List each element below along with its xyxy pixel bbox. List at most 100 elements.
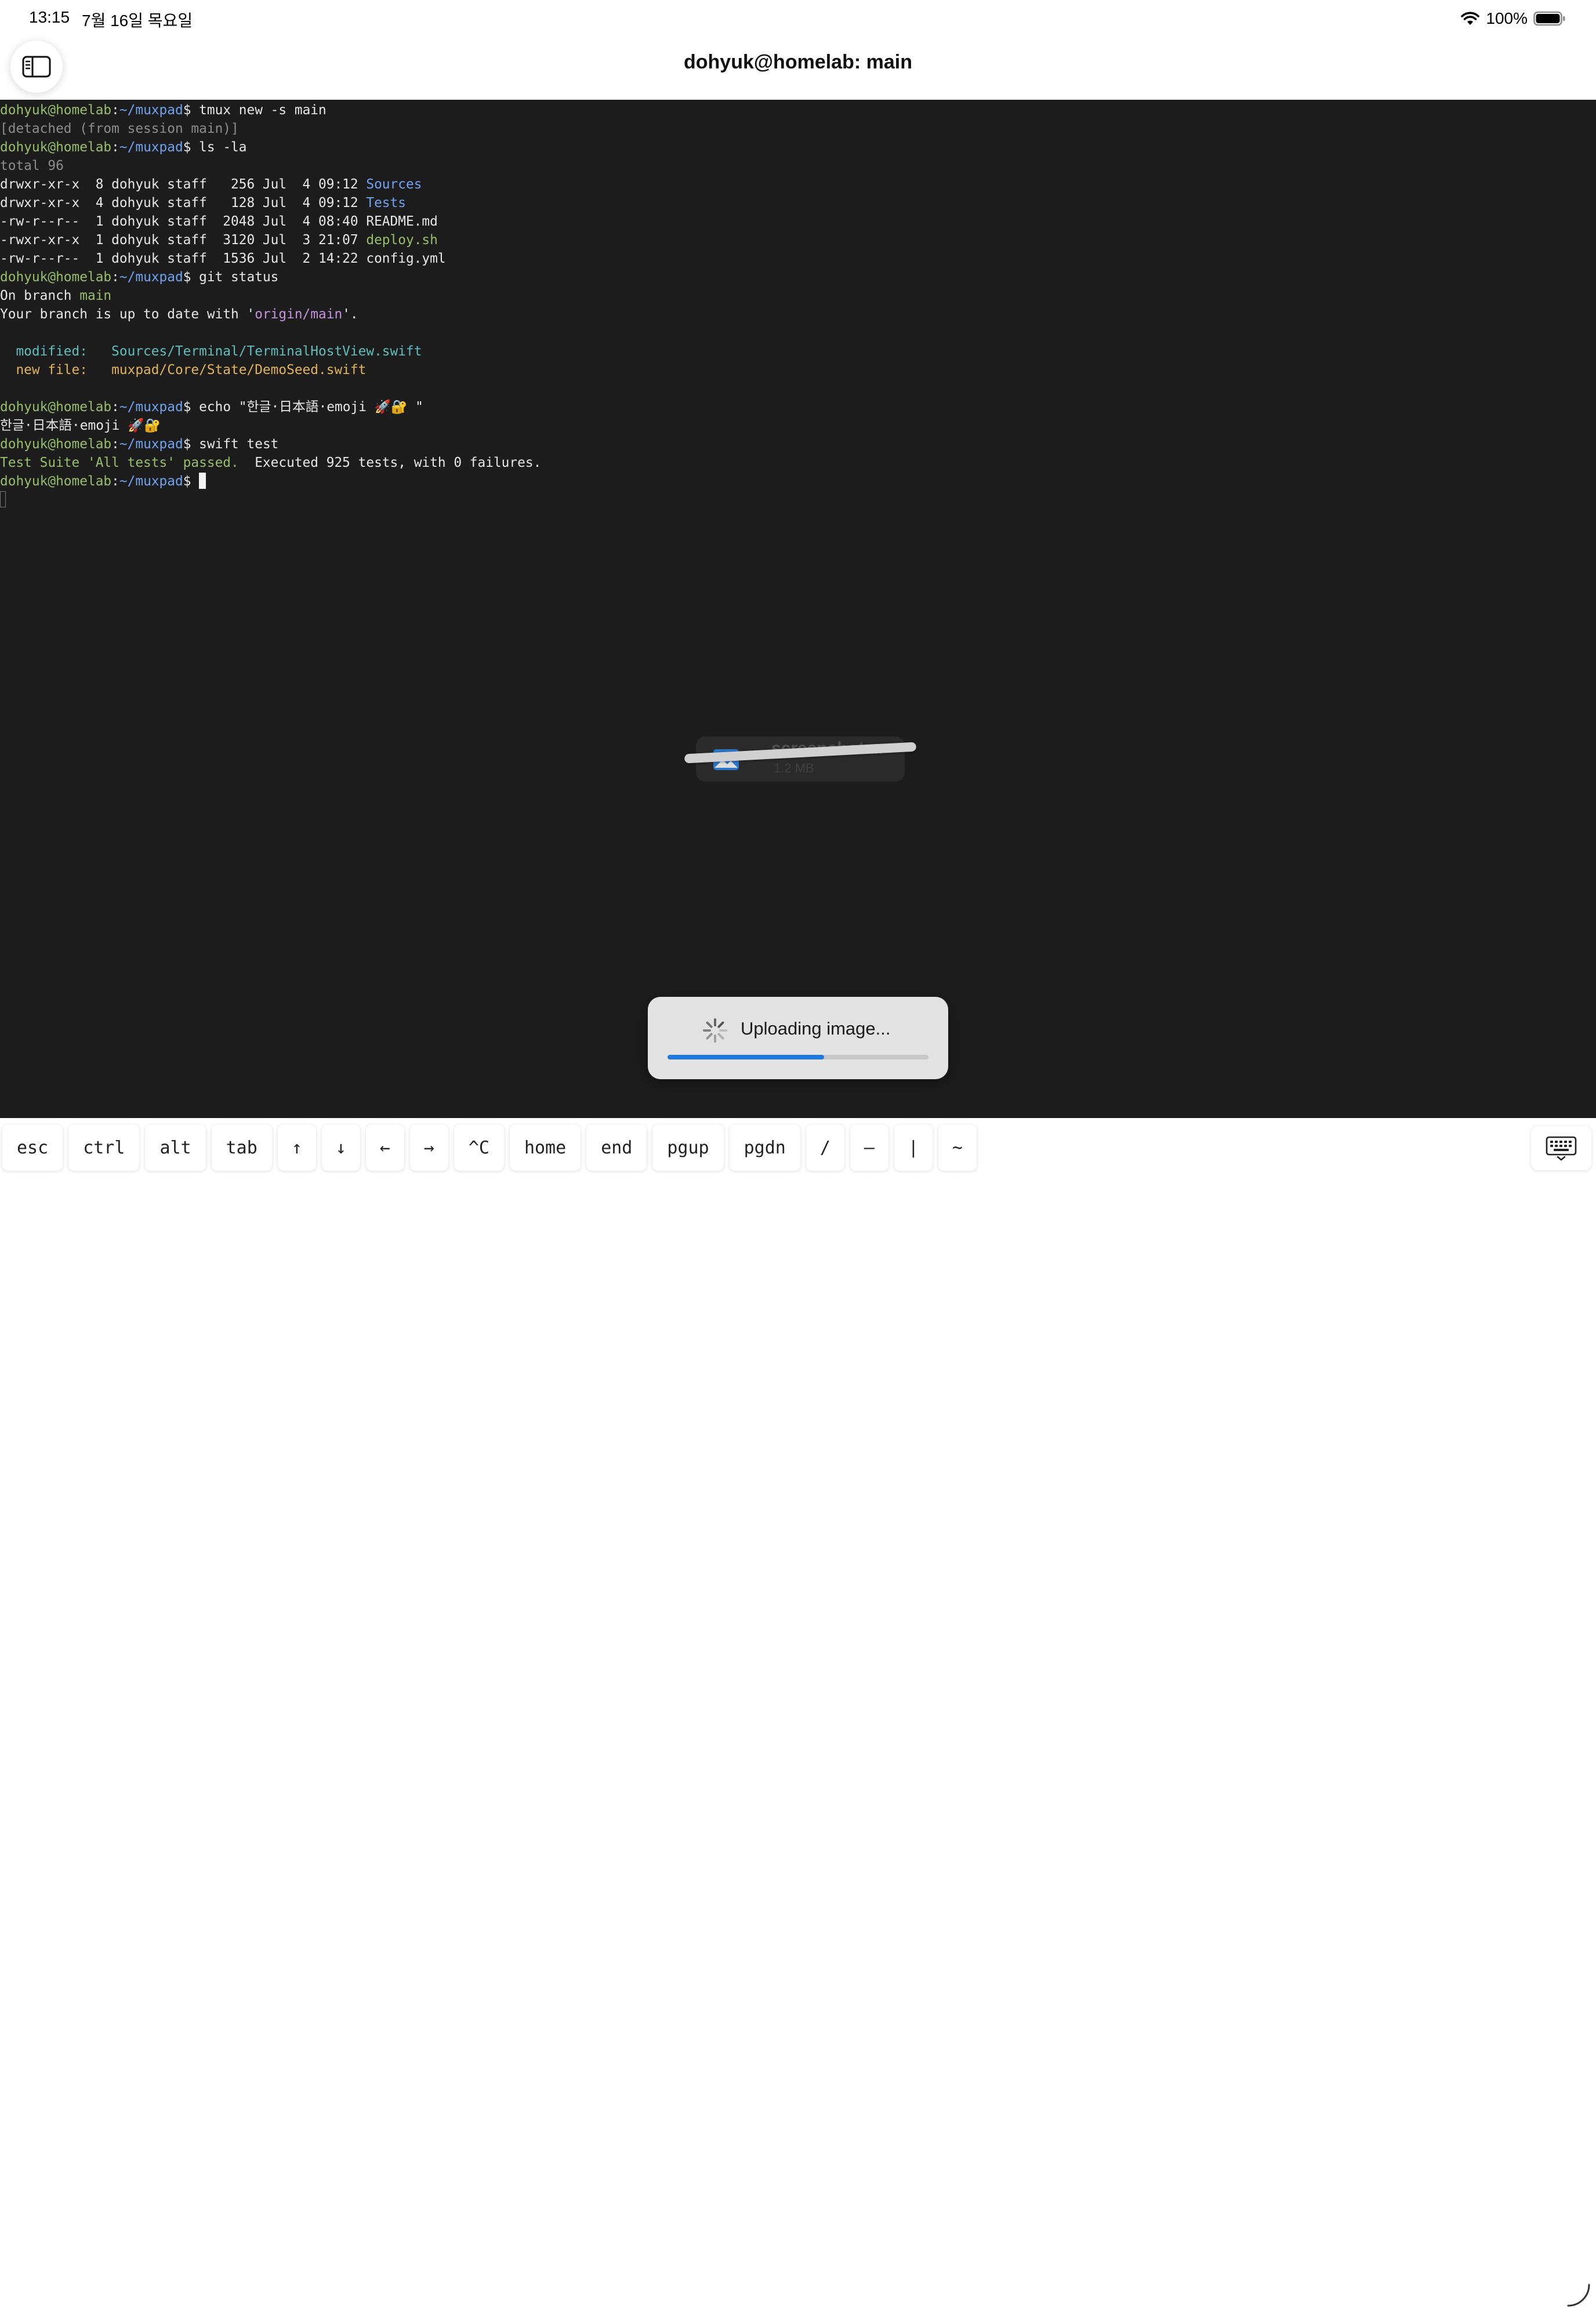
terminal-text: drwxr-xr-x 4 dohyuk staff 128 Jul 4 09:1…	[0, 195, 367, 211]
key-ctrl-C[interactable]: ^C	[454, 1124, 504, 1171]
terminal-line: Test Suite 'All tests' passed. Executed …	[0, 453, 541, 472]
spinner-icon	[703, 1018, 727, 1043]
terminal-line: -rw-r--r-- 1 dohyuk staff 2048 Jul 4 08:…	[0, 212, 541, 231]
terminal-text: ~/muxpad	[119, 103, 183, 118]
terminal-cursor-ghost	[0, 491, 6, 507]
terminal-text: -rw-r--r-- 1 dohyuk staff 2048 Jul 4 08:…	[0, 214, 438, 229]
terminal-cursor	[199, 473, 206, 489]
terminal-text: 한글·日本語·emoji 🚀🔐	[0, 418, 161, 433]
terminal-line: dohyuk@homelab:~/muxpad$ tmux new -s mai…	[0, 101, 541, 119]
terminal-line: dohyuk@homelab:~/muxpad$ ls -la	[0, 138, 541, 157]
terminal-line: drwxr-xr-x 8 dohyuk staff 256 Jul 4 09:1…	[0, 175, 541, 194]
key-esc[interactable]: esc	[2, 1124, 63, 1171]
terminal-text: deploy.sh	[366, 233, 438, 248]
upload-progress-fill	[668, 1055, 824, 1059]
terminal-view[interactable]: dohyuk@homelab:~/muxpad$ tmux new -s mai…	[0, 100, 1596, 1118]
terminal-text: main	[79, 288, 112, 303]
terminal-text: :	[111, 103, 119, 118]
terminal-text: Test Suite 'All tests' passed.	[0, 455, 239, 470]
terminal-text: ~/muxpad	[119, 437, 183, 452]
terminal-text: '.	[342, 307, 358, 322]
key-symbol-16[interactable]: ~	[938, 1124, 977, 1171]
upload-progress-track	[668, 1055, 928, 1059]
status-indicators: 100%	[1460, 8, 1566, 29]
key-tab[interactable]: tab	[211, 1124, 272, 1171]
drag-file-preview[interactable]: screenshot.... 1.2 MB	[684, 736, 917, 783]
terminal-text: :	[111, 270, 119, 285]
key-symbol-7[interactable]: →	[409, 1124, 448, 1171]
terminal-text: dohyuk@homelab	[0, 103, 112, 118]
status-date: 7월 16일 목요일	[82, 12, 193, 30]
key-alt[interactable]: alt	[145, 1124, 206, 1171]
terminal-text: -rwxr-xr-x 1 dohyuk staff 3120 Jul 3 21:…	[0, 233, 367, 248]
terminal-text: ~/muxpad	[119, 400, 183, 415]
key-pgup[interactable]: pgup	[652, 1124, 724, 1171]
terminal-text: modified: Sources/Terminal/TerminalHostV…	[0, 344, 422, 359]
terminal-text: On branch	[0, 288, 80, 303]
terminal-text: dohyuk@homelab	[0, 140, 112, 155]
key-symbol-4[interactable]: ↑	[277, 1124, 316, 1171]
terminal-line: total 96	[0, 157, 541, 175]
terminal-text: Executed 925 tests, with 0 failures.	[238, 455, 542, 470]
key-symbol-13[interactable]: /	[806, 1124, 844, 1171]
terminal-text: origin/main	[255, 307, 343, 322]
key-symbol-15[interactable]: |	[894, 1124, 933, 1171]
terminal-line: modified: Sources/Terminal/TerminalHostV…	[0, 342, 541, 361]
terminal-text: $ swift test	[183, 437, 279, 452]
terminal-line: drwxr-xr-x 4 dohyuk staff 128 Jul 4 09:1…	[0, 194, 541, 212]
terminal-text: $ tmux new -s main	[183, 103, 327, 118]
key-ctrl[interactable]: ctrl	[68, 1124, 140, 1171]
upload-toast: Uploading image...	[648, 997, 948, 1079]
terminal-text: dohyuk@homelab	[0, 400, 112, 415]
terminal-line: Your branch is up to date with 'origin/m…	[0, 305, 541, 324]
terminal-text: dohyuk@homelab	[0, 270, 112, 285]
battery-icon	[1533, 11, 1565, 26]
terminal-text: ~/muxpad	[119, 140, 183, 155]
terminal-text: ~/muxpad	[119, 270, 183, 285]
drag-file-size: 1.2 MB	[774, 761, 814, 775]
key-end[interactable]: end	[586, 1124, 647, 1171]
upload-label: Uploading image...	[741, 1018, 891, 1039]
terminal-text: $ git status	[183, 270, 279, 285]
status-time: 13:15	[29, 8, 70, 26]
terminal-line: 한글·日本語·emoji 🚀🔐	[0, 416, 541, 435]
status-bar: 13:15 7월 16일 목요일 100%	[0, 0, 1596, 36]
terminal-line	[0, 491, 541, 509]
terminal-text: :	[111, 400, 119, 415]
terminal-text: [detached (from session main)]	[0, 121, 239, 136]
terminal-text: total 96	[0, 158, 64, 173]
terminal-line: dohyuk@homelab:~/muxpad$ swift test	[0, 435, 541, 453]
key-symbol-5[interactable]: ↓	[321, 1124, 360, 1171]
keyboard-toggle-button[interactable]	[1531, 1126, 1591, 1170]
terminal-text: -rw-r--r-- 1 dohyuk staff 1536 Jul 2 14:…	[0, 251, 446, 266]
terminal-text: $	[183, 474, 200, 489]
terminal-line: -rw-r--r-- 1 dohyuk staff 1536 Jul 2 14:…	[0, 249, 541, 268]
terminal-line: dohyuk@homelab:~/muxpad$ git status	[0, 268, 541, 286]
terminal-output: dohyuk@homelab:~/muxpad$ tmux new -s mai…	[0, 100, 541, 509]
terminal-text: drwxr-xr-x 8 dohyuk staff 256 Jul 4 09:1…	[0, 177, 367, 192]
title-bar: dohyuk@homelab: main	[0, 36, 1596, 100]
terminal-text: Your branch is up to date with '	[0, 307, 255, 322]
terminal-text: ~/muxpad	[119, 474, 183, 489]
terminal-text: :	[111, 474, 119, 489]
terminal-line: -rwxr-xr-x 1 dohyuk staff 3120 Jul 3 21:…	[0, 231, 541, 249]
keyboard-icon	[1546, 1136, 1577, 1161]
terminal-line: new file: muxpad/Core/State/DemoSeed.swi…	[0, 361, 541, 379]
key-home[interactable]: home	[509, 1124, 581, 1171]
terminal-text: dohyuk@homelab	[0, 474, 112, 489]
key-symbol-14[interactable]: –	[850, 1124, 888, 1171]
terminal-line: dohyuk@homelab:~/muxpad$ echo "한글·日本語·em…	[0, 398, 541, 416]
wifi-icon	[1461, 12, 1480, 25]
terminal-line: dohyuk@homelab:~/muxpad$	[0, 472, 541, 491]
terminal-text: dohyuk@homelab	[0, 437, 112, 452]
terminal-text: Sources	[366, 177, 422, 192]
terminal-text: new file: muxpad/Core/State/DemoSeed.swi…	[0, 362, 367, 378]
terminal-text: Tests	[366, 195, 406, 211]
terminal-line: [detached (from session main)]	[0, 119, 541, 138]
key-symbol-6[interactable]: ←	[365, 1124, 404, 1171]
key-pgdn[interactable]: pgdn	[729, 1124, 800, 1171]
battery-percent: 100%	[1486, 9, 1528, 27]
shortcut-keys: esc ctrl alt tab ↑ ↓ ← → ^C home end pgup pgdn / – | ~	[2, 1124, 977, 1171]
